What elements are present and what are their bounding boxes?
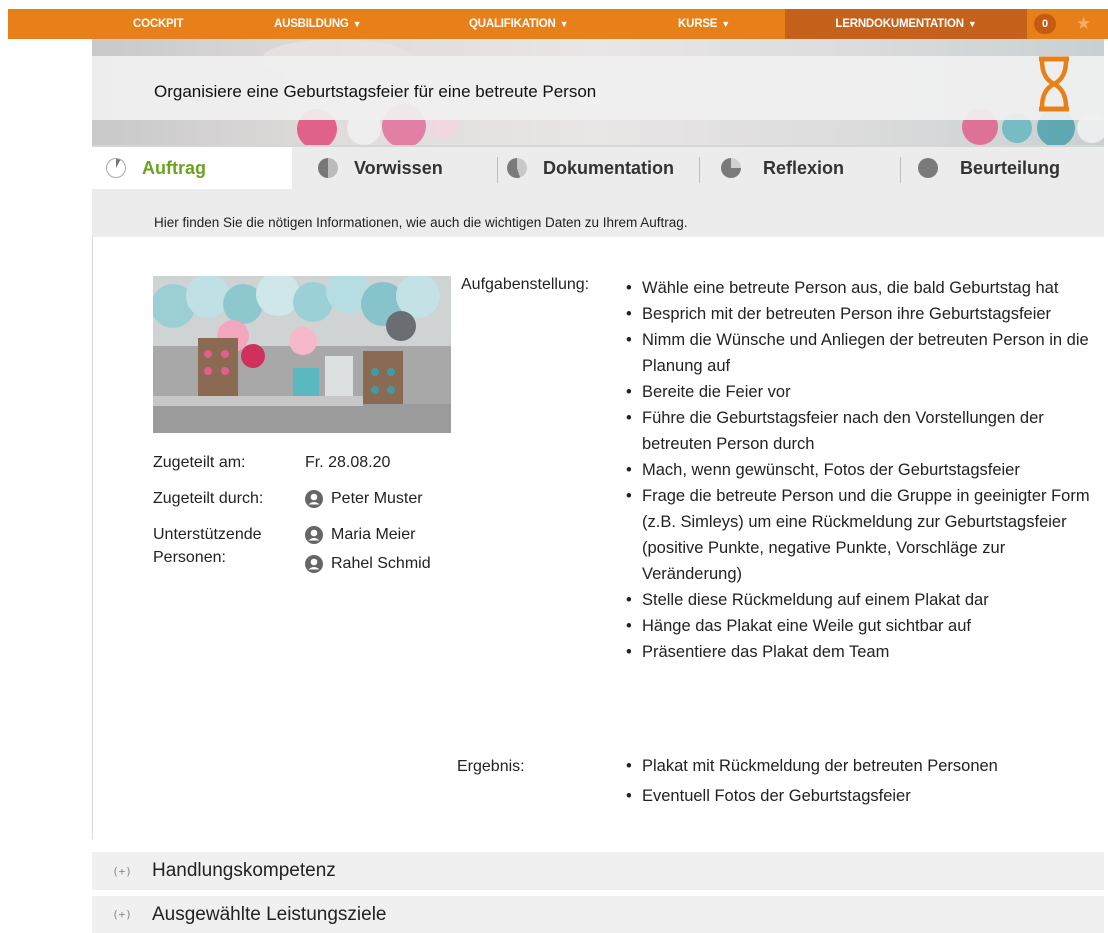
caret-down-icon: ▼ xyxy=(352,19,362,29)
assigned-by-label: Zugeteilt durch: xyxy=(153,490,264,507)
list-item: Präsentiere das Plakat dem Team xyxy=(626,639,1104,665)
tab-vorwissen[interactable]: Vorwissen xyxy=(318,147,488,189)
nav-item-qualifikation[interactable]: QUALIFIKATION ▼ xyxy=(469,9,569,39)
list-item: Führe die Geburtstagsfeier nach den Vors… xyxy=(626,405,1104,457)
tab-auftrag[interactable]: Auftrag xyxy=(92,147,292,189)
list-item: Eventuell Fotos der Geburtstagsfeier xyxy=(626,781,1104,811)
user-icon xyxy=(305,555,323,573)
supporters-label: Unterstützende Personen: xyxy=(153,526,262,566)
pie-icon xyxy=(106,158,126,178)
task-title: Organisiere eine Geburtstagsfeier für ei… xyxy=(154,82,597,101)
pie-icon xyxy=(318,158,338,178)
list-item: Hänge das Plakat eine Weile gut sichtbar… xyxy=(626,613,1104,639)
notification-badge[interactable]: 0 xyxy=(1034,14,1056,34)
pie-icon xyxy=(918,158,938,178)
list-item: Mach, wenn gewünscht, Fotos der Geburtst… xyxy=(626,457,1104,483)
accordion-leistungsziele[interactable]: (+) Ausgewählte Leistungsziele xyxy=(92,896,1104,933)
task-label: Aufgabenstellung: xyxy=(461,276,590,293)
expand-icon: (+) xyxy=(112,864,132,878)
nav-item-kurse[interactable]: KURSE ▼ xyxy=(678,9,730,39)
list-item: Nimm die Wünsche und Anliegen der betreu… xyxy=(626,327,1104,379)
supporter-person[interactable]: Maria Meier xyxy=(305,526,415,544)
caret-down-icon: ▼ xyxy=(967,19,977,29)
nav-item-lerndokumentation[interactable]: LERNDOKUMENTATION ▼ xyxy=(785,9,1027,39)
info-text: Hier finden Sie die nötigen Informatione… xyxy=(154,215,688,230)
star-icon[interactable]: ★ xyxy=(1076,9,1091,39)
caret-down-icon: ▼ xyxy=(721,19,730,29)
list-item: Bereite die Feier vor xyxy=(626,379,1104,405)
expand-icon: (+) xyxy=(112,908,132,921)
assigned-by-person[interactable]: Peter Muster xyxy=(305,490,423,508)
assigned-on-label: Zugeteilt am: xyxy=(153,454,246,471)
task-list: Wähle eine betreute Person aus, die bald… xyxy=(626,275,1104,665)
list-item: Frage die betreute Person und die Gruppe… xyxy=(626,483,1104,587)
supporter-person[interactable]: Rahel Schmid xyxy=(305,555,431,573)
tab-bar: Auftrag Vorwissen Dokumentation Reflexio… xyxy=(92,145,1104,189)
pie-icon xyxy=(507,158,527,178)
accordion-handlungskompetenz[interactable]: (+) Handlungskompetenz xyxy=(92,852,1104,890)
list-item: Stelle diese Rückmeldung auf einem Plaka… xyxy=(626,587,1104,613)
nav-item-ausbildung[interactable]: AUSBILDUNG ▼ xyxy=(274,9,362,39)
result-label: Ergebnis: xyxy=(457,758,525,775)
tab-reflexion[interactable]: Reflexion xyxy=(699,147,889,189)
user-icon xyxy=(305,526,323,544)
caret-down-icon: ▼ xyxy=(559,19,569,29)
tab-beurteilung[interactable]: Beurteilung xyxy=(900,147,1104,189)
user-icon xyxy=(305,490,323,508)
nav-item-cockpit[interactable]: COCKPIT xyxy=(133,9,184,39)
pie-icon xyxy=(721,158,741,178)
hourglass-icon xyxy=(1039,56,1069,112)
top-navigation: COCKPIT AUSBILDUNG ▼ QUALIFIKATION ▼ KURSE… xyxy=(8,9,1108,39)
assigned-on-value: Fr. 28.08.20 xyxy=(305,454,391,471)
list-item: Besprich mit der betreuten Person ihre G… xyxy=(626,301,1104,327)
tab-dokumentation[interactable]: Dokumentation xyxy=(497,147,697,189)
task-photo xyxy=(153,276,451,433)
list-item: Plakat mit Rückmeldung der betreuten Per… xyxy=(626,751,1104,781)
list-item: Wähle eine betreute Person aus, die bald… xyxy=(626,275,1104,301)
result-list: Plakat mit Rückmeldung der betreuten Per… xyxy=(626,751,1104,811)
